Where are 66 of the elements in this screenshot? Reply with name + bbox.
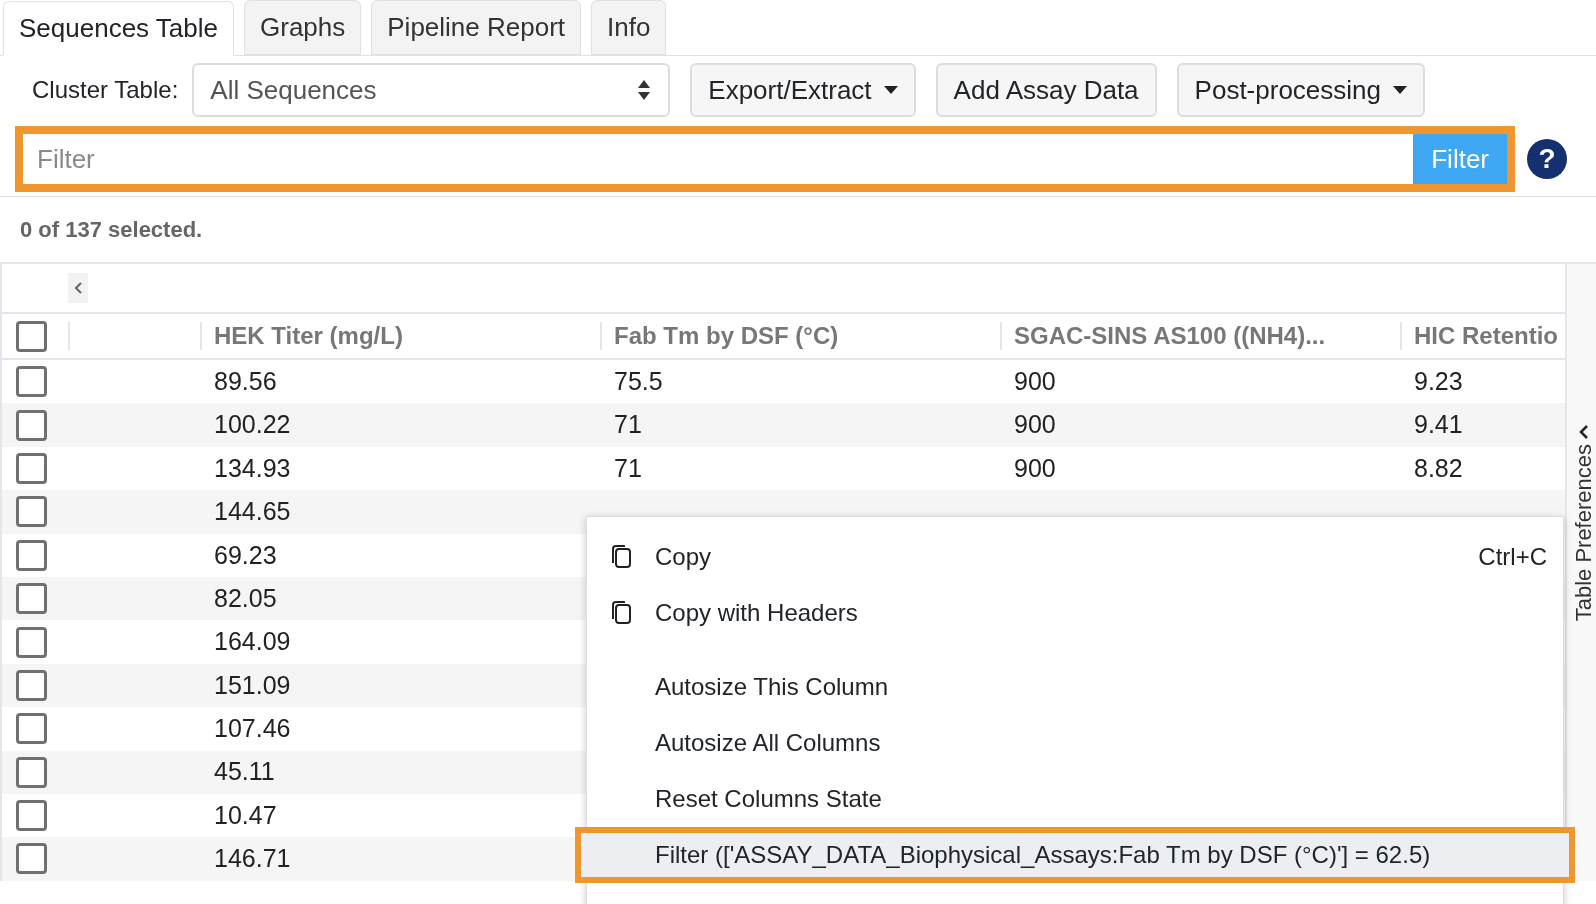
table-cell: 100.22 bbox=[214, 410, 291, 439]
table-cell: 8.82 bbox=[1414, 453, 1463, 482]
checkbox[interactable] bbox=[16, 452, 47, 484]
copy-icon bbox=[609, 544, 633, 570]
table-cell: 71 bbox=[614, 410, 642, 439]
column-header[interactable]: HIC Retentio bbox=[1414, 322, 1558, 350]
checkbox[interactable] bbox=[16, 713, 47, 745]
table-cell: 69.23 bbox=[214, 540, 277, 569]
side-panel-label: Table Preferences bbox=[1570, 444, 1596, 622]
table-cell: 146.71 bbox=[214, 844, 291, 873]
menu-item[interactable]: Autosize This Column bbox=[587, 659, 1563, 715]
table-cell: 151.09 bbox=[214, 670, 291, 699]
checkbox[interactable] bbox=[16, 409, 47, 441]
column-header[interactable]: SGAC-SINS AS100 ((NH4)... bbox=[1014, 322, 1326, 350]
toolbar-button[interactable]: Export/Extract bbox=[690, 63, 916, 117]
caret-icon bbox=[883, 86, 898, 94]
sort-caret-icon bbox=[636, 78, 653, 102]
column-header[interactable]: Fab Tm by DSF (°C) bbox=[614, 322, 839, 350]
cluster-select[interactable]: All Sequences bbox=[192, 63, 671, 117]
checkbox[interactable] bbox=[16, 756, 47, 788]
table-cell: 45.11 bbox=[214, 757, 275, 786]
checkbox[interactable] bbox=[16, 366, 47, 398]
checkbox[interactable] bbox=[16, 626, 47, 658]
filter-field[interactable]: Filter bbox=[23, 134, 1414, 184]
tab[interactable]: Pipeline Report bbox=[371, 0, 582, 55]
menu-item[interactable]: Copy with Headers bbox=[587, 585, 1563, 641]
table-cell: 75.5 bbox=[614, 366, 663, 395]
column-header[interactable]: HEK Titer (mg/L) bbox=[214, 322, 403, 350]
tab[interactable]: Info bbox=[591, 0, 667, 55]
table-cell: 134.93 bbox=[214, 453, 291, 482]
table-cell: 10.47 bbox=[214, 800, 277, 829]
checkbox[interactable] bbox=[16, 320, 47, 352]
table-cell: 89.56 bbox=[214, 366, 277, 395]
selection-status: 0 of 137 selected. bbox=[20, 216, 203, 244]
checkbox[interactable] bbox=[16, 496, 47, 528]
checkbox[interactable] bbox=[16, 539, 47, 571]
table-cell: 82.05 bbox=[214, 583, 277, 612]
caret-icon bbox=[1393, 86, 1407, 94]
tab[interactable]: Sequences Table bbox=[3, 1, 234, 56]
side-panel[interactable]: Table Preferences bbox=[1565, 264, 1596, 881]
table-cell: 900 bbox=[1014, 366, 1056, 395]
menu-item[interactable]: Reset Columns State bbox=[587, 771, 1563, 827]
table-cell: 71 bbox=[614, 453, 642, 482]
menu-item[interactable]: Filter (['ASSAY_DATA_Biophysical_Assays:Fab Tm by DSF (°C)'] = 62.5) bbox=[575, 827, 1575, 883]
table-cell: 9.23 bbox=[1414, 366, 1463, 395]
tab[interactable]: Graphs bbox=[244, 0, 362, 55]
menu-item[interactable]: Autosize All Columns bbox=[587, 715, 1563, 771]
table-cell: 107.46 bbox=[214, 714, 291, 743]
shortcut-label: Ctrl+C bbox=[1478, 542, 1547, 572]
scroll-left-button[interactable] bbox=[68, 273, 88, 303]
table-cell: 144.65 bbox=[214, 497, 291, 526]
toolbar-button[interactable]: Add Assay Data bbox=[935, 63, 1157, 117]
toolbar-button[interactable]: Post-processing bbox=[1176, 63, 1425, 117]
copy-icon bbox=[609, 600, 633, 626]
cluster-table-label: Cluster Table: bbox=[32, 75, 179, 105]
checkbox[interactable] bbox=[16, 669, 47, 701]
table-cell: 9.41 bbox=[1414, 410, 1463, 439]
checkbox[interactable] bbox=[16, 583, 47, 615]
table-cell: 164.09 bbox=[214, 627, 291, 656]
checkbox[interactable] bbox=[16, 843, 47, 875]
menu-item[interactable]: Copy Ctrl+C bbox=[587, 529, 1563, 585]
chevron-left-icon bbox=[73, 281, 83, 295]
table-cell: 900 bbox=[1014, 410, 1056, 439]
help-button[interactable]: ? bbox=[1527, 139, 1567, 179]
checkbox[interactable] bbox=[16, 800, 47, 832]
table-cell: 900 bbox=[1014, 453, 1056, 482]
